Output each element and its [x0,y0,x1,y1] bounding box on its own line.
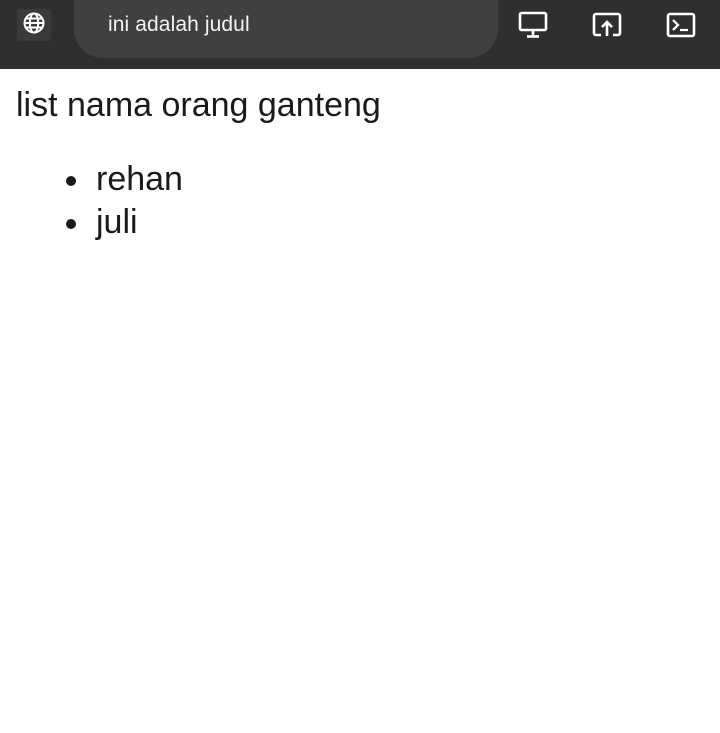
open-in-new-icon [592,11,622,39]
terminal-icon [666,11,696,39]
address-bar[interactable]: ini adalah judul [74,0,498,58]
monitor-icon [518,11,548,39]
open-external-button[interactable] [591,10,623,40]
page-heading: list nama orang ganteng [16,86,381,124]
list-item: rehan [66,158,720,201]
globe-icon [22,11,46,40]
page-content: list nama orang ganteng rehan juli [16,84,720,244]
list-item: juli [66,201,720,244]
names-list: rehan juli [16,158,720,244]
site-info-button[interactable] [17,9,51,41]
browser-toolbar: ini adalah judul [0,0,720,69]
tab-title: ini adalah judul [108,13,250,36]
desktop-view-button[interactable] [517,10,549,40]
console-button[interactable] [665,10,697,40]
